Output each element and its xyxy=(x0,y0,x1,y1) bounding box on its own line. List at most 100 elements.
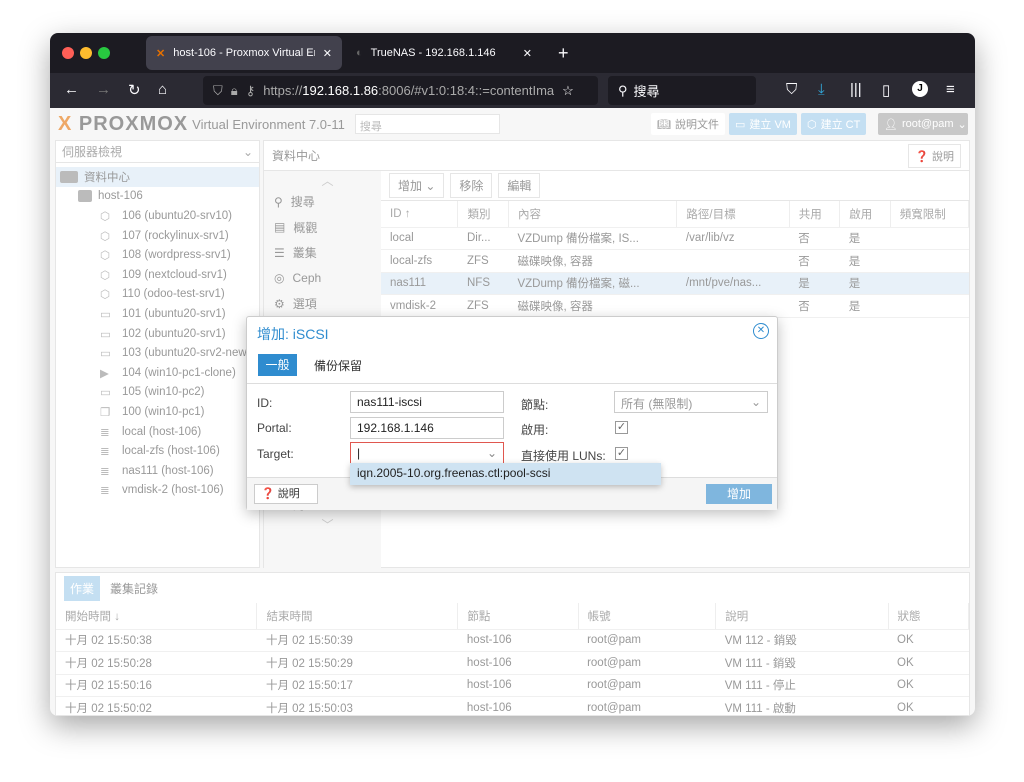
portal-input[interactable]: 192.168.1.146 xyxy=(350,417,504,439)
reload-icon[interactable]: ↻ xyxy=(128,81,141,99)
nav-cluster[interactable]: ☰ 叢集 xyxy=(264,240,381,266)
nav-summary[interactable]: ▤ 概觀 xyxy=(264,215,381,241)
tree-datacenter[interactable]: 資料中心 xyxy=(56,167,259,187)
download-icon[interactable]: ⤓ xyxy=(818,81,825,98)
column-header[interactable]: 頻寬限制 xyxy=(890,201,970,228)
book-icon: 📖︎ xyxy=(657,118,671,131)
pocket-icon[interactable]: ⛉ xyxy=(786,81,797,98)
id-input[interactable]: nas111-iscsi xyxy=(350,391,504,413)
column-header[interactable]: 說明 xyxy=(715,603,889,630)
column-header[interactable]: 內容 xyxy=(508,201,678,228)
tree-item[interactable]: ❐ 100 (win10-pc1) xyxy=(56,402,259,422)
tab-cluster-log[interactable]: 叢集記錄 xyxy=(110,580,158,597)
column-header[interactable]: 類別 xyxy=(457,201,509,228)
table-cell: OK xyxy=(888,674,969,697)
table-row[interactable]: vmdisk-2 ZFS 磁碟映像, 容器 否是 xyxy=(381,294,969,318)
nav-options[interactable]: ⚙ 選項 xyxy=(264,291,381,317)
tab-backup-retention[interactable]: 備份保留 xyxy=(314,357,362,374)
minimize-window-button[interactable] xyxy=(80,47,92,59)
table-row[interactable]: 十月 02 15:50:38 十月 02 15:50:39 host-106 root… xyxy=(56,629,969,652)
tree-item[interactable]: ⬡ 110 (odoo-test-srv1) xyxy=(56,285,259,305)
scroll-down-icon[interactable]: ﹀ xyxy=(264,518,381,532)
tab-general[interactable]: 一般 xyxy=(258,354,297,376)
nav-ceph[interactable]: ◎ Ceph xyxy=(264,266,381,292)
sidebar-icon[interactable]: ▯ xyxy=(882,81,890,99)
tree-item[interactable]: ⬡ 107 (rockylinux-srv1) xyxy=(56,226,259,246)
column-header[interactable]: 狀態 xyxy=(888,603,970,630)
tree-item[interactable]: ≣ vmdisk-2 (host-106) xyxy=(56,481,259,501)
table-cell: /var/lib/vz xyxy=(676,227,790,250)
tree-item[interactable]: ⬡ 106 (ubuntu20-srv10) xyxy=(56,206,259,226)
tree-item[interactable]: ≣ local (host-106) xyxy=(56,422,259,442)
target-dropdown-option[interactable]: iqn.2005-10.org.freenas.ctl:pool-scsi xyxy=(350,463,661,485)
tree-item[interactable]: ≣ nas111 (host-106) xyxy=(56,461,259,481)
close-tab-icon[interactable]: ✕ xyxy=(523,47,532,60)
table-row[interactable]: local-zfs ZFS 磁碟映像, 容器 否是 xyxy=(381,249,969,273)
user-menu-button[interactable]: 👤︎ root@pam ⌄ xyxy=(878,113,968,135)
zoom-window-button[interactable] xyxy=(98,47,110,59)
table-row[interactable]: 十月 02 15:50:16 十月 02 15:50:17 host-106 root… xyxy=(56,674,969,697)
view-selector[interactable]: 伺服器檢視 ⌄ xyxy=(56,141,259,163)
column-header[interactable]: 路徑/目標 xyxy=(676,201,790,228)
table-cell: 十月 02 15:50:28 xyxy=(56,651,257,675)
tab-proxmox[interactable]: ✕ host-106 - Proxmox Virtual Envi ✕ xyxy=(146,36,342,70)
column-header[interactable]: 帳號 xyxy=(578,603,717,630)
tree-item[interactable]: ≣ local-zfs (host-106) xyxy=(56,441,259,461)
column-header[interactable]: ID ↑ xyxy=(381,201,459,228)
account-avatar[interactable]: J xyxy=(912,81,928,97)
bookmark-star-icon[interactable]: ☆ xyxy=(562,83,574,99)
column-header[interactable]: 啟用 xyxy=(839,201,891,228)
create-ct-button[interactable]: ⬡ 建立 CT xyxy=(801,113,867,135)
chevron-down-icon: ⌄ xyxy=(957,118,967,131)
column-header[interactable]: 共用 xyxy=(789,201,841,228)
home-icon[interactable]: ⌂ xyxy=(158,81,167,98)
enable-checkbox[interactable]: ✓ xyxy=(615,421,628,434)
tree-item[interactable]: ▭ 102 (ubuntu20-srv1) xyxy=(56,324,259,344)
resource-tree-panel: 伺服器檢視 ⌄ 資料中心 host-106 ⬡ 106 (ubuntu20-srv1… xyxy=(55,140,260,568)
back-icon[interactable]: ← xyxy=(64,81,79,98)
tree-item[interactable]: ▭ 103 (ubuntu20-srv2-new xyxy=(56,343,259,363)
add-storage-button[interactable]: 增加 ⌄ xyxy=(389,173,445,198)
tree-item[interactable]: ▶ 104 (win10-pc1-clone) xyxy=(56,363,259,383)
library-icon[interactable]: ||| xyxy=(850,81,862,98)
header-search-input[interactable]: 搜尋 xyxy=(354,114,500,134)
table-row[interactable]: 十月 02 15:50:28 十月 02 15:50:29 host-106 root… xyxy=(56,651,969,675)
truenas-favicon-icon: ◐ xyxy=(356,47,363,59)
url-bar[interactable]: ⛉ 🔒︎ ⚷ https://192.168.1.86:8006/#v1:0:18:4… xyxy=(203,76,598,105)
remove-button[interactable]: 移除 xyxy=(450,173,493,198)
shield-icon: ⛉ xyxy=(213,82,223,98)
tab-truenas[interactable]: ◐ TrueNAS - 192.168.1.146 ✕ xyxy=(346,36,542,70)
nav-search[interactable]: ⚲ 搜尋 xyxy=(264,189,381,215)
chevron-down-icon[interactable]: ⌄ xyxy=(487,446,497,460)
column-header[interactable]: 結束時間 xyxy=(256,603,459,630)
new-tab-button[interactable]: + xyxy=(548,36,579,70)
create-vm-button[interactable]: ▭ 建立 VM xyxy=(729,113,797,135)
tree-item[interactable]: ⬡ 108 (wordpress-srv1) xyxy=(56,245,259,265)
tab-tasks[interactable]: 作業 xyxy=(64,575,101,601)
close-window-button[interactable] xyxy=(62,47,74,59)
tree-node[interactable]: host-106 xyxy=(56,187,259,207)
nodes-select[interactable]: 所有 (無限制) ⌄ xyxy=(614,391,768,413)
dialog-add-button[interactable]: 增加 xyxy=(706,484,772,504)
close-icon[interactable]: ✕ xyxy=(753,323,769,339)
edit-button[interactable]: 編輯 xyxy=(498,173,541,198)
column-header[interactable]: 節點 xyxy=(457,603,579,630)
target-combobox[interactable]: | ⌄ xyxy=(350,442,504,464)
table-row[interactable]: local Dir... VZDump 備份檔案, IS.../var/lib/vz… xyxy=(381,227,969,250)
search-bar[interactable]: ⚲ 搜尋 xyxy=(608,76,756,105)
use-luns-checkbox[interactable]: ✓ xyxy=(615,447,628,460)
docs-button[interactable]: 📖︎ 說明文件 xyxy=(651,113,725,135)
table-row[interactable]: nas111 NFS VZDump 備份檔案, 磁.../mnt/pve/nas..… xyxy=(381,272,969,295)
tree-item[interactable]: ▭ 101 (ubuntu20-srv1) xyxy=(56,304,259,324)
scroll-up-icon[interactable]: ︿ xyxy=(264,171,381,189)
dialog-help-button[interactable]: ❓ 說明 xyxy=(254,484,318,504)
menu-icon[interactable]: ≡ xyxy=(946,81,955,98)
tree-item[interactable]: ▭ 105 (win10-pc2) xyxy=(56,383,259,403)
table-cell: 磁碟映像, 容器 xyxy=(508,249,677,273)
forward-icon[interactable]: → xyxy=(96,81,111,98)
help-button[interactable]: ❓ 說明 xyxy=(908,143,961,168)
column-header[interactable]: 開始時間 ↓ xyxy=(56,603,258,630)
tree-item[interactable]: ⬡ 109 (nextcloud-srv1) xyxy=(56,265,259,285)
table-row[interactable]: 十月 02 15:50:02 十月 02 15:50:03 host-106 root… xyxy=(56,696,969,716)
close-tab-icon[interactable]: ✕ xyxy=(323,47,332,60)
